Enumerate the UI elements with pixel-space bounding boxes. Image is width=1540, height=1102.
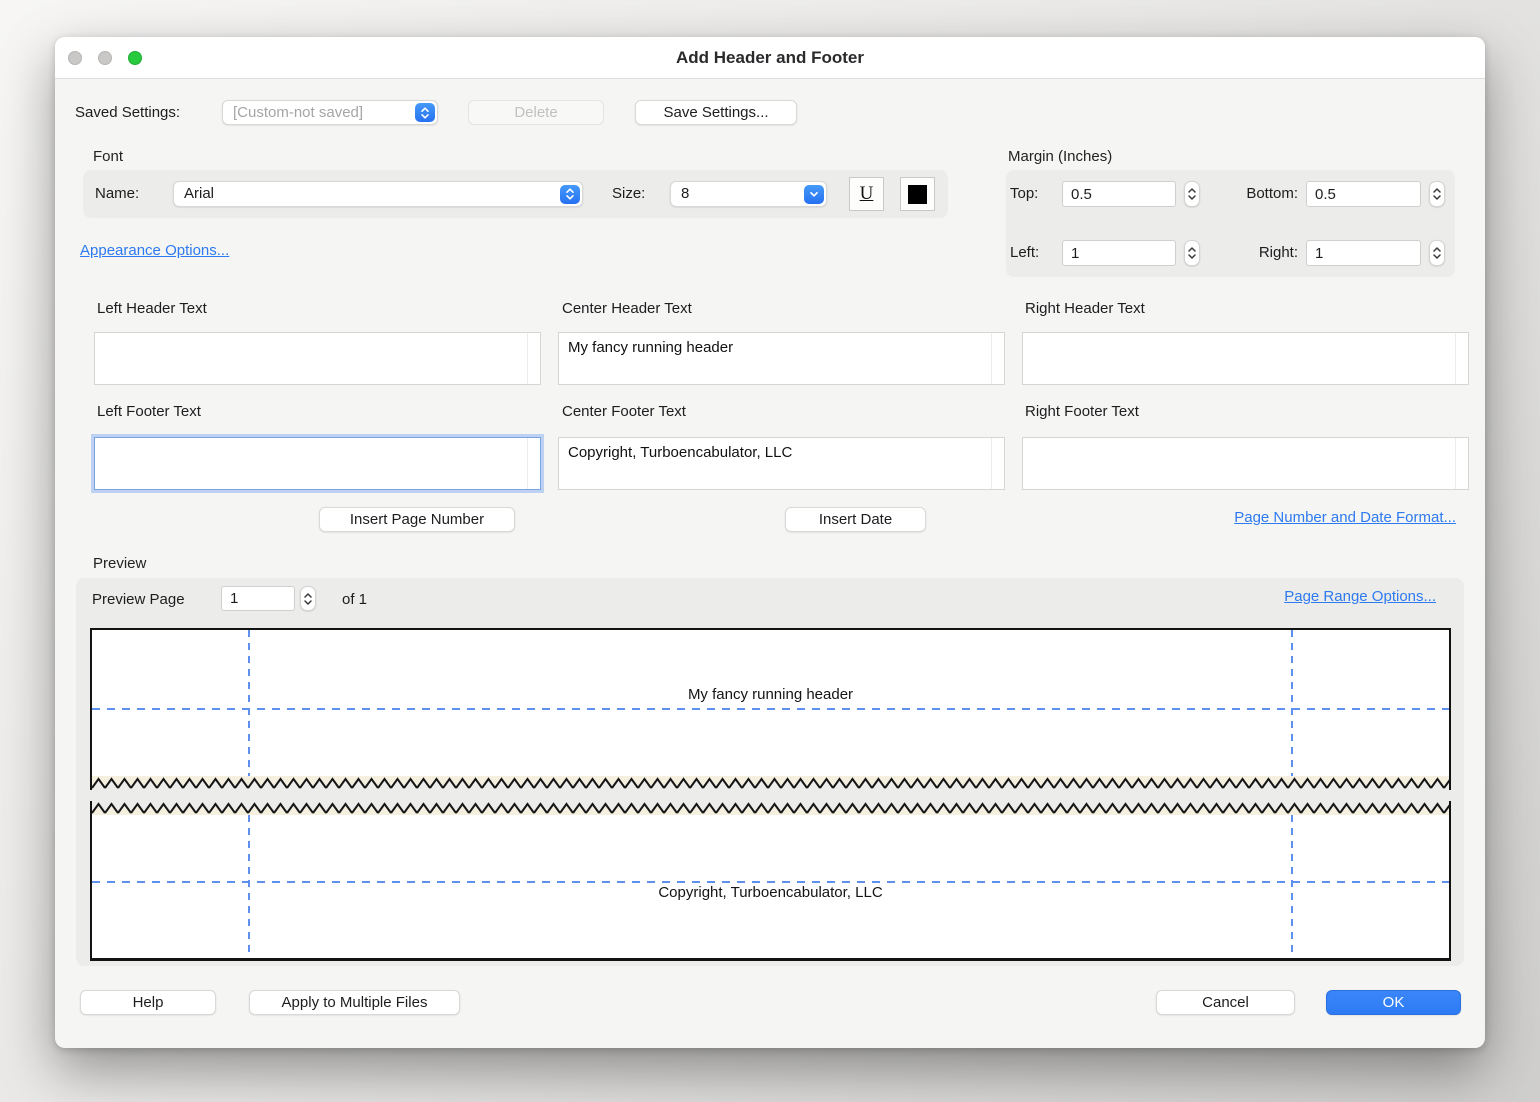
margin-top-stepper[interactable] [1184,181,1200,207]
appearance-options-link[interactable]: Appearance Options... [80,242,229,259]
page-number-date-format-link[interactable]: Page Number and Date Format... [1234,509,1456,526]
underline-glyph: U [860,183,874,205]
saved-settings-value: [Custom-not saved] [233,101,411,124]
left-header-textarea[interactable] [94,332,541,385]
margin-bottom-label: Bottom: [1226,185,1298,202]
chevron-down-icon [804,185,824,204]
chevron-updown-icon [560,185,580,204]
left-footer-label: Left Footer Text [97,403,201,420]
margin-top-field[interactable] [1062,181,1176,207]
scrollbar-track [1455,438,1468,489]
page-range-options-link[interactable]: Page Range Options... [1284,588,1436,605]
preview-header-text: My fancy running header [92,686,1449,703]
margin-right-label: Right: [1226,244,1298,261]
font-panel: Name: Arial Size: 8 U [83,170,948,218]
bottom-margin-guide [92,881,1449,883]
help-button[interactable]: Help [80,990,216,1015]
preview-section-label: Preview [93,555,146,572]
torn-edge-icon [92,801,1449,815]
insert-date-button[interactable]: Insert Date [785,507,926,532]
font-section-label: Font [93,148,123,165]
apply-multiple-files-button[interactable]: Apply to Multiple Files [249,990,460,1015]
color-swatch-black [908,185,927,204]
scrollbar-track [991,333,1004,384]
right-footer-label: Right Footer Text [1025,403,1139,420]
margin-right-stepper[interactable] [1429,240,1445,266]
ok-button[interactable]: OK [1326,990,1461,1015]
right-header-label: Right Header Text [1025,300,1145,317]
preview-page-top: My fancy running header [90,628,1451,790]
torn-edge-icon [92,776,1449,790]
margin-bottom-stepper[interactable] [1429,181,1445,207]
preview-page-count: of 1 [342,591,367,608]
delete-button[interactable]: Delete [468,100,604,125]
right-footer-textarea[interactable] [1022,437,1469,490]
font-color-button[interactable] [900,177,935,211]
preview-page-bottom: Copyright, Turboencabulator, LLC [90,801,1451,961]
titlebar: Add Header and Footer [55,37,1485,79]
chevron-updown-icon [415,103,435,122]
left-header-label: Left Header Text [97,300,207,317]
margin-left-label: Left: [1010,244,1039,261]
right-header-textarea[interactable] [1022,332,1469,385]
font-size-value: 8 [681,182,800,205]
left-margin-guide [248,630,250,776]
margin-top-label: Top: [1010,185,1038,202]
center-footer-label: Center Footer Text [562,403,686,420]
preview-paper: My fancy running header [92,630,1449,776]
preview-paper: Copyright, Turboencabulator, LLC [92,815,1449,958]
center-header-label: Center Header Text [562,300,692,317]
center-footer-textarea[interactable]: Copyright, Turboencabulator, LLC [558,437,1005,490]
font-size-select[interactable]: 8 [670,181,827,207]
insert-page-number-button[interactable]: Insert Page Number [319,507,515,532]
preview-page-stepper[interactable] [300,586,316,611]
page-title: Add Header and Footer [55,37,1485,79]
margin-section-label: Margin (Inches) [1008,148,1112,165]
center-header-textarea[interactable]: My fancy running header [558,332,1005,385]
font-name-label: Name: [95,185,139,202]
preview-page-label: Preview Page [92,591,185,608]
save-settings-button[interactable]: Save Settings... [635,100,797,125]
scrollbar-track [527,438,540,489]
saved-settings-select[interactable]: [Custom-not saved] [222,100,438,125]
add-header-footer-dialog: Add Header and Footer Saved Settings: [C… [55,37,1485,1048]
scrollbar-track [1455,333,1468,384]
margin-left-stepper[interactable] [1184,240,1200,266]
preview-panel: Preview Page of 1 Page Range Options... … [76,578,1464,966]
preview-footer-text: Copyright, Turboencabulator, LLC [92,884,1449,901]
margin-panel: Top: Bottom: Left: Right: [1006,170,1455,277]
cancel-button[interactable]: Cancel [1156,990,1295,1015]
font-size-label: Size: [612,185,645,202]
margin-left-field[interactable] [1062,240,1176,266]
scrollbar-track [991,438,1004,489]
font-name-value: Arial [184,182,556,205]
left-footer-textarea[interactable] [94,437,541,490]
margin-bottom-field[interactable] [1306,181,1421,207]
preview-page-field[interactable] [221,586,295,611]
font-name-select[interactable]: Arial [173,181,583,207]
margin-right-field[interactable] [1306,240,1421,266]
saved-settings-label: Saved Settings: [75,104,180,121]
scrollbar-track [527,333,540,384]
right-margin-guide [1291,630,1293,776]
underline-button[interactable]: U [849,177,884,211]
top-margin-guide [92,708,1449,710]
